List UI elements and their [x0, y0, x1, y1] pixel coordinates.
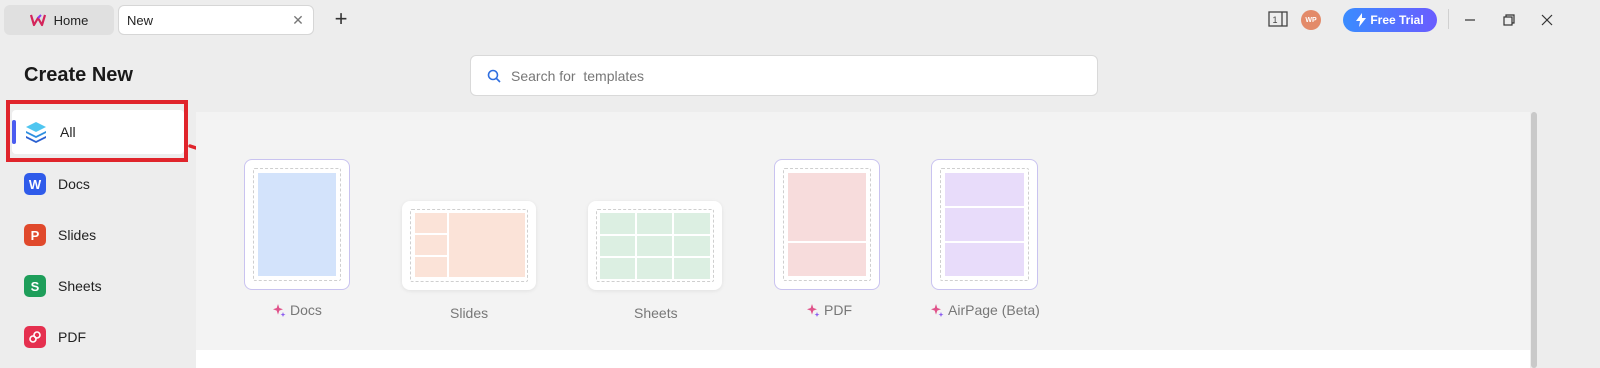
free-trial-button[interactable]: Free Trial [1343, 8, 1437, 32]
search-input[interactable] [509, 66, 1073, 85]
airpage-block-2 [945, 208, 1024, 241]
close-icon [1541, 14, 1553, 26]
template-label-docs[interactable]: Docs [272, 302, 322, 318]
restore-button[interactable] [1498, 9, 1520, 31]
sidebar-item-docs[interactable]: W Docs [12, 162, 184, 206]
template-preview [940, 168, 1029, 281]
tab-home[interactable]: Home [4, 5, 114, 35]
page-title: Create New [24, 64, 133, 86]
airpage-block-3 [945, 243, 1024, 276]
panel-footer [196, 350, 1530, 368]
sidebar-item-label: Sheets [58, 278, 102, 294]
minimize-button[interactable] [1459, 9, 1481, 31]
template-card-pdf[interactable] [774, 159, 880, 290]
free-trial-label: Free Trial [1370, 13, 1424, 27]
template-preview [783, 168, 871, 281]
close-window-button[interactable] [1536, 9, 1558, 31]
template-card-airpage[interactable] [931, 159, 1038, 290]
template-label: Slides [450, 305, 489, 321]
template-label-airpage[interactable]: AirPage (Beta) [930, 302, 1040, 318]
template-label: PDF [824, 302, 852, 318]
slides-thumb-3 [415, 257, 447, 277]
sidebar-item-pdf[interactable]: PDF [12, 315, 184, 359]
scrollbar[interactable] [1531, 112, 1537, 368]
lightning-icon [1356, 13, 1367, 27]
template-preview [410, 209, 528, 282]
avatar[interactable]: WP [1301, 10, 1321, 30]
sidebar-item-label: Docs [58, 176, 90, 192]
slides-main-slide [449, 213, 525, 277]
sidebar-toggle-icon[interactable]: 1 [1268, 11, 1288, 27]
template-preview [253, 168, 341, 281]
ai-sparkle-icon [931, 304, 944, 317]
template-card-slides[interactable] [402, 201, 536, 290]
template-label: Sheets [634, 305, 678, 321]
slides-thumb-1 [415, 213, 447, 233]
sheets-app-icon: S [24, 275, 46, 297]
tab-new-label: New [127, 12, 154, 28]
sidebar-item-all[interactable]: All [12, 110, 184, 154]
restore-icon [1503, 14, 1515, 26]
sheets-grid [600, 213, 710, 279]
close-icon[interactable]: ✕ [291, 13, 305, 27]
pdf-icon [24, 326, 46, 348]
airpage-block-1 [945, 173, 1024, 206]
layers-icon [26, 122, 46, 143]
sidebar-toggle-number: 1 [1272, 15, 1277, 25]
template-label: Docs [290, 302, 322, 318]
template-label-sheets[interactable]: Sheets [634, 305, 678, 321]
template-card-docs[interactable] [244, 159, 350, 290]
template-label-slides[interactable]: Slides [450, 305, 488, 321]
search-icon [487, 69, 501, 83]
slides-app-icon: P [24, 224, 46, 246]
avatar-initials: WP [1305, 16, 1317, 24]
template-label: AirPage (Beta) [948, 302, 1040, 318]
sidebar-item-sheets[interactable]: S Sheets [12, 264, 184, 308]
tab-new[interactable]: New ✕ [118, 5, 314, 35]
slides-thumb-2 [415, 235, 447, 255]
minimize-icon [1465, 19, 1475, 21]
wps-logo-icon [29, 14, 46, 27]
template-preview [596, 209, 714, 282]
sidebar-item-label: Slides [58, 227, 97, 243]
tab-home-label: Home [53, 12, 89, 28]
titlebar-divider [1448, 9, 1449, 29]
pdf-preview-top [788, 173, 866, 241]
docs-app-icon: W [24, 173, 46, 195]
ai-sparkle-icon [273, 304, 286, 317]
template-label-pdf[interactable]: PDF [806, 302, 852, 318]
template-card-sheets[interactable] [588, 201, 722, 290]
add-tab-button[interactable]: + [328, 8, 354, 32]
pdf-preview-bottom [788, 243, 866, 276]
sidebar-item-slides[interactable]: P Slides [12, 213, 184, 257]
sidebar-item-label: PDF [58, 329, 86, 345]
docs-preview-page [258, 173, 336, 276]
search-box[interactable] [470, 55, 1098, 96]
sidebar-item-label: All [60, 124, 76, 140]
ai-sparkle-icon [807, 304, 820, 317]
